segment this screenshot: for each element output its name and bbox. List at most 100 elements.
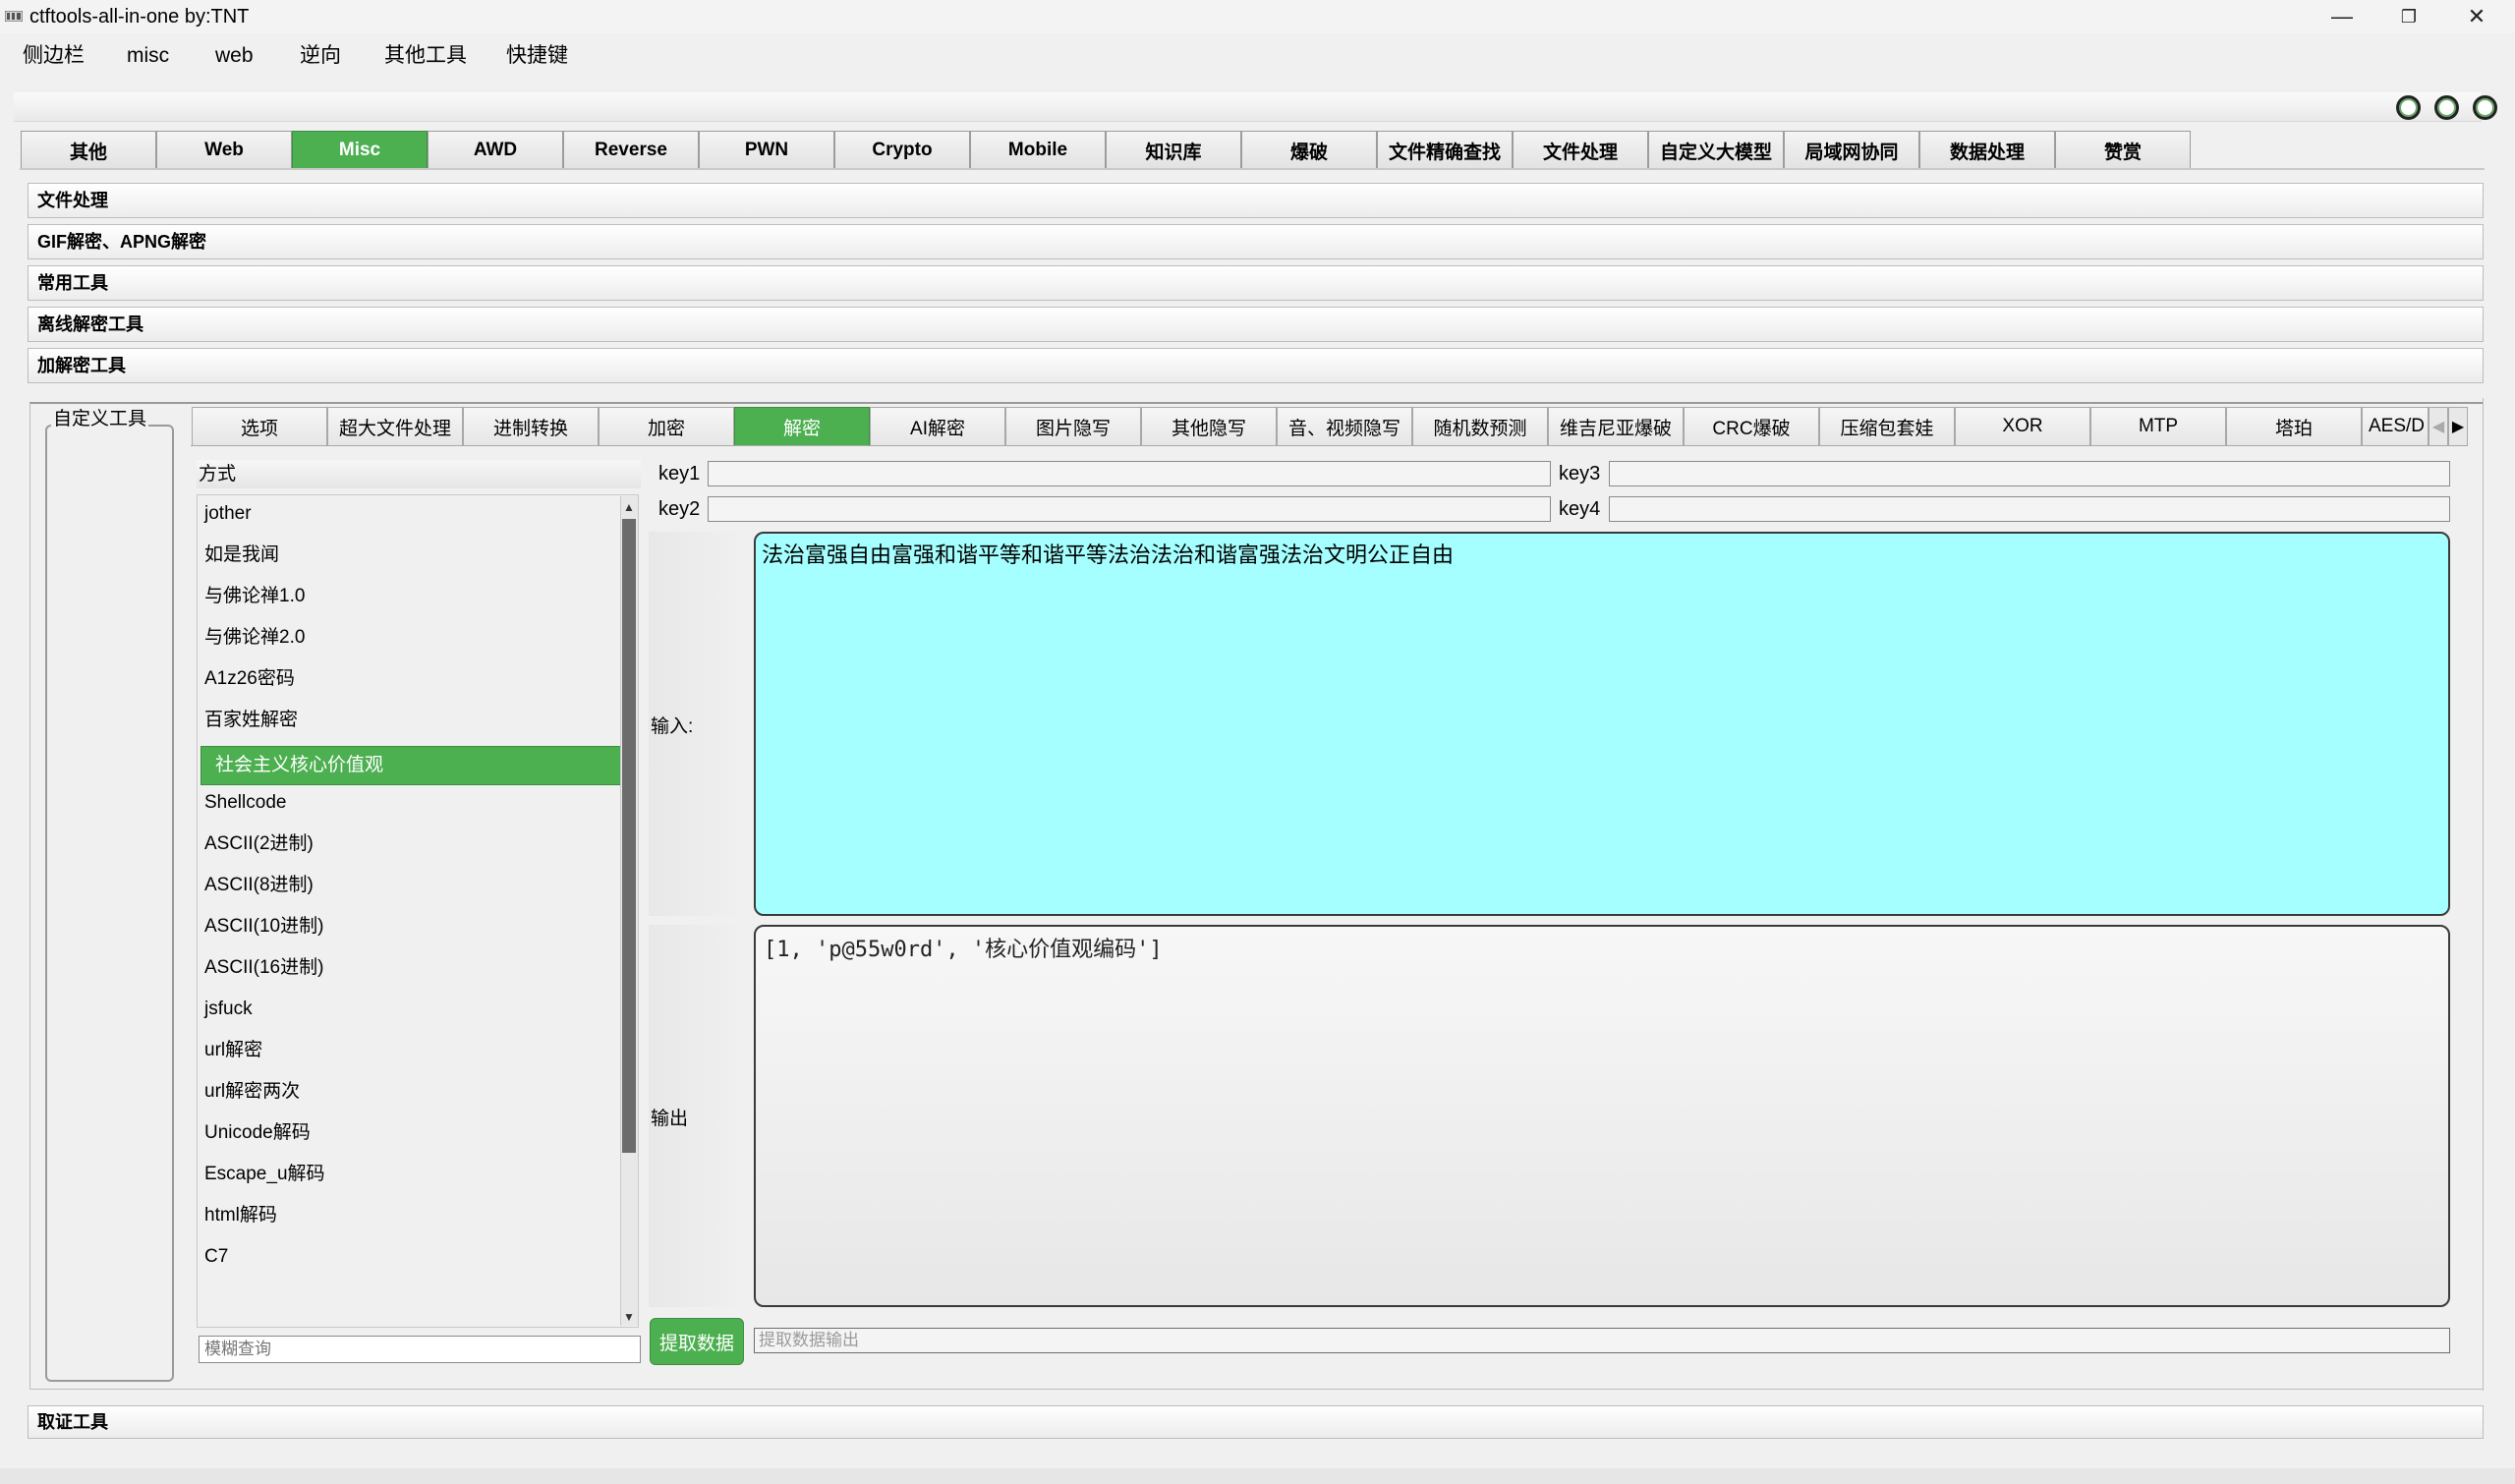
list-item[interactable]: Unicode解码 (202, 1114, 625, 1152)
menu-sidebar[interactable]: 侧边栏 (23, 33, 85, 78)
output-textarea[interactable]: [1, 'p@55w0rd', '核心价值观编码'] (754, 925, 2450, 1307)
list-item-selected[interactable]: 社会主义核心价值观 (200, 746, 637, 785)
section-common-tools[interactable]: 常用工具 (28, 265, 2484, 301)
circle-icon[interactable] (2396, 95, 2421, 120)
subtab-divider (191, 445, 2458, 446)
minimize-button[interactable]: — (2311, 0, 2373, 33)
menu-shortcuts[interactable]: 快捷键 (506, 33, 568, 78)
status-bar (0, 1468, 2515, 1484)
tab-crypto[interactable]: Crypto (834, 131, 970, 169)
input-label: 输入: (651, 716, 694, 737)
tab-scroll-right-icon[interactable]: ▶ (2448, 407, 2468, 446)
list-item[interactable]: A1z26密码 (202, 660, 625, 698)
extract-output-field[interactable]: 提取数据输出 (754, 1328, 2450, 1353)
toolbar-strip (14, 92, 2482, 122)
subtab-av-stego[interactable]: 音、视频隐写 (1277, 407, 1412, 446)
subtab-base-convert[interactable]: 进制转换 (463, 407, 599, 446)
subtab-other-stego[interactable]: 其他隐写 (1141, 407, 1277, 446)
extract-data-button[interactable]: 提取数据 (650, 1318, 744, 1365)
method-header: 方式 (197, 460, 641, 488)
tab-awd[interactable]: AWD (428, 131, 563, 169)
subtab-large-file[interactable]: 超大文件处理 (327, 407, 463, 446)
restore-button[interactable]: ❐ (2377, 0, 2440, 33)
window-title: ctftools-all-in-one by:TNT (29, 6, 250, 28)
tab-custom-llm[interactable]: 自定义大模型 (1648, 131, 1784, 169)
tab-file-search[interactable]: 文件精确查找 (1377, 131, 1513, 169)
section-file-processing[interactable]: 文件处理 (28, 183, 2484, 218)
custom-tools-label[interactable]: 自定义工具 (51, 404, 149, 430)
subtab-tapper[interactable]: 塔珀 (2226, 407, 2362, 446)
key1-input[interactable] (708, 461, 1551, 486)
subtab-nested-archive[interactable]: 压缩包套娃 (1819, 407, 1955, 446)
tab-lan-collab[interactable]: 局域网协同 (1784, 131, 1919, 169)
tab-other[interactable]: 其他 (21, 131, 156, 169)
list-item[interactable]: 百家姓解密 (202, 702, 625, 739)
output-label: 输出 (651, 1109, 689, 1129)
list-item[interactable]: Shellcode (202, 784, 625, 822)
tab-scroll-left-icon[interactable]: ◀ (2429, 407, 2448, 446)
tab-misc[interactable]: Misc (292, 131, 428, 169)
scroll-up-icon[interactable]: ▲ (622, 498, 636, 516)
subtab-encrypt[interactable]: 加密 (599, 407, 734, 446)
list-item[interactable]: jsfuck (202, 991, 625, 1028)
menu-bar: 侧边栏 misc web 逆向 其他工具 快捷键 (0, 33, 2515, 78)
section-forensics[interactable]: 取证工具 (28, 1405, 2484, 1439)
custom-tools-box (45, 425, 174, 1382)
subtab-image-stego[interactable]: 图片隐写 (1005, 407, 1141, 446)
subtab-crc[interactable]: CRC爆破 (1684, 407, 1819, 446)
tab-web[interactable]: Web (156, 131, 292, 169)
list-item[interactable]: url解密 (202, 1032, 625, 1069)
tab-file-processing[interactable]: 文件处理 (1513, 131, 1648, 169)
section-encrypt-decrypt[interactable]: 加解密工具 (28, 348, 2484, 383)
list-item[interactable]: jother (202, 495, 625, 533)
menu-other-tools[interactable]: 其他工具 (384, 33, 467, 78)
subtab-random-predict[interactable]: 随机数预测 (1412, 407, 1548, 446)
section-gif-decrypt[interactable]: GIF解密、APNG解密 (28, 224, 2484, 259)
circle-icon[interactable] (2434, 95, 2459, 120)
list-item[interactable]: 如是我闻 (202, 537, 625, 574)
list-item[interactable]: ASCII(8进制) (202, 867, 625, 904)
key4-input[interactable] (1609, 496, 2450, 522)
subtab-options[interactable]: 选项 (192, 407, 327, 446)
key2-label: key2 (658, 498, 701, 520)
tab-data-processing[interactable]: 数据处理 (1919, 131, 2055, 169)
key3-input[interactable] (1609, 461, 2450, 486)
list-item[interactable]: html解码 (202, 1197, 625, 1234)
circle-icon[interactable] (2473, 95, 2497, 120)
input-textarea[interactable]: 法治富强自由富强和谐平等和谐平等法治法治和谐富强法治文明公正自由 (754, 532, 2450, 916)
list-item[interactable]: 与佛论禅2.0 (202, 619, 625, 656)
subtab-decrypt[interactable]: 解密 (734, 407, 870, 446)
subtab-mtp[interactable]: MTP (2090, 407, 2226, 446)
tab-pwn[interactable]: PWN (699, 131, 834, 169)
section-offline-decrypt[interactable]: 离线解密工具 (28, 307, 2484, 342)
menu-misc[interactable]: misc (127, 33, 169, 78)
list-item[interactable]: ASCII(10进制) (202, 908, 625, 945)
subtab-vigenere[interactable]: 维吉尼亚爆破 (1548, 407, 1684, 446)
tab-mobile[interactable]: Mobile (970, 131, 1106, 169)
list-item[interactable]: 与佛论禅1.0 (202, 578, 625, 615)
tab-bruteforce[interactable]: 爆破 (1241, 131, 1377, 169)
key3-label: key3 (1559, 463, 1601, 485)
subtab-aes[interactable]: AES/D (2362, 407, 2429, 446)
list-item[interactable]: url解密两次 (202, 1073, 625, 1111)
tab-donate[interactable]: 赞赏 (2055, 131, 2191, 169)
search-input[interactable] (199, 1336, 641, 1363)
subtab-xor[interactable]: XOR (1955, 407, 2090, 446)
method-list[interactable]: jother 如是我闻 与佛论禅1.0 与佛论禅2.0 A1z26密码 百家姓解… (197, 494, 639, 1328)
menu-reverse[interactable]: 逆向 (300, 33, 341, 78)
panel-divider (2483, 398, 2484, 1391)
list-item[interactable]: C7 (202, 1238, 625, 1276)
tab-divider (20, 168, 2485, 170)
tab-reverse[interactable]: Reverse (563, 131, 699, 169)
close-button[interactable]: ✕ (2445, 0, 2508, 33)
key1-label: key1 (658, 463, 701, 485)
scrollbar-thumb[interactable] (622, 519, 636, 1153)
menu-web[interactable]: web (215, 33, 254, 78)
tab-knowledge-base[interactable]: 知识库 (1106, 131, 1241, 169)
subtab-ai-decrypt[interactable]: AI解密 (870, 407, 1005, 446)
key2-input[interactable] (708, 496, 1551, 522)
list-item[interactable]: Escape_u解码 (202, 1156, 625, 1193)
list-item[interactable]: ASCII(2进制) (202, 826, 625, 863)
scroll-down-icon[interactable]: ▼ (622, 1308, 636, 1326)
list-item[interactable]: ASCII(16进制) (202, 949, 625, 987)
